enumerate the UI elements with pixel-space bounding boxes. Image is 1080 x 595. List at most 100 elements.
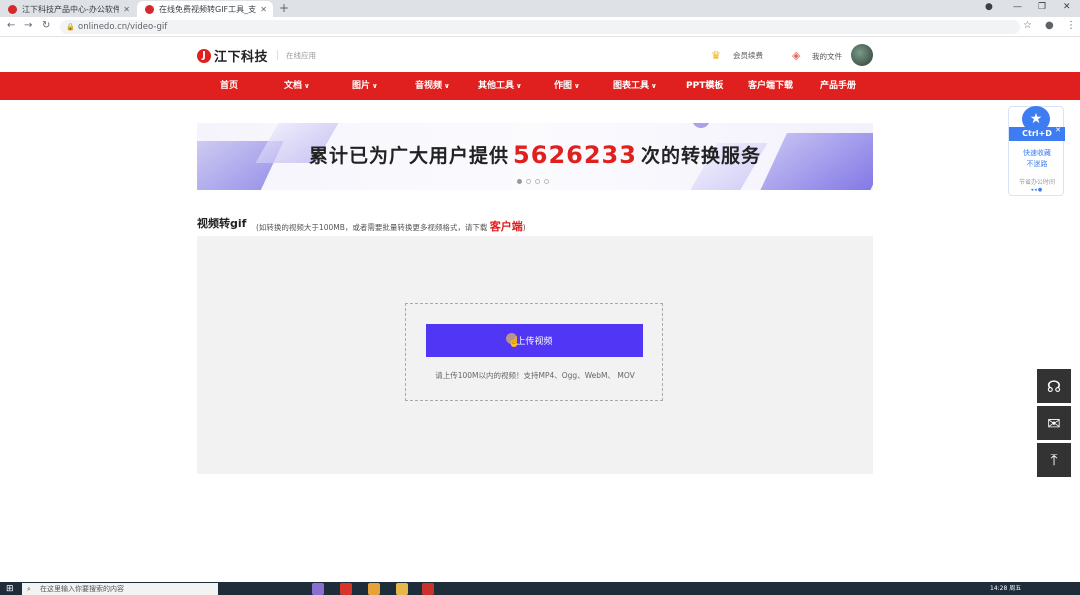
banner-decoration [692, 123, 710, 128]
layers-icon: ◈ [792, 49, 801, 62]
feedback-mail-button[interactable]: ✉ [1037, 406, 1071, 440]
member-renew-label: 会员续费 [733, 51, 763, 60]
tab-close-icon[interactable]: ✕ [260, 5, 267, 14]
lock-icon: 🔒 [66, 23, 75, 31]
user-avatar[interactable] [851, 44, 873, 66]
nav-item-product-manual[interactable]: 产品手册 [820, 72, 856, 100]
bookmark-star-icon[interactable]: ☆ [1023, 20, 1032, 31]
chevron-down-icon: ∨ [372, 82, 378, 90]
my-files-label: 我的文件 [812, 51, 842, 61]
taskbar-browser-icon[interactable] [422, 583, 434, 595]
crown-icon: ♛ [711, 49, 721, 62]
search-icon: ⌕ [27, 585, 31, 593]
tool-note: (如转换的视频大于100MB，或者需要批量转换更多视频格式，请下载 客户端) [256, 218, 526, 234]
tool-note-prefix: (如转换的视频大于100MB，或者需要批量转换更多视频格式，请下载 [256, 223, 488, 232]
back-icon[interactable]: ← [7, 20, 15, 31]
taskbar-search-input[interactable]: ⌕ 在这里输入你要搜索的内容 [22, 583, 218, 595]
widget-arrows-icon: ◂◂● [1030, 187, 1044, 193]
logo-mark-icon: J [197, 48, 211, 63]
banner-dot[interactable] [544, 179, 549, 184]
forward-icon[interactable]: → [24, 20, 32, 31]
chevron-down-icon: ∨ [444, 82, 450, 90]
conversion-count: 5626233 [513, 141, 637, 169]
nav-item-client-download[interactable]: 客户端下载 [748, 72, 793, 100]
reload-icon[interactable]: ↻ [42, 20, 50, 31]
site-logo[interactable]: J 江下科技 [197, 46, 268, 65]
headset-icon: ☊ [1046, 376, 1062, 396]
upload-dropzone[interactable]: ☝ 上传视频 请上传100M以内的视频！支持MP4、Ogg、WebM、 MOV [405, 303, 663, 401]
widget-close-icon[interactable]: ✕ [1055, 126, 1061, 134]
url-text: onlinedo.cn/video-gif [78, 22, 168, 32]
tab-title: 江下科技产品中心-办公软件下载 [22, 4, 120, 14]
nav-item-drawing[interactable]: 作图 ∨ [554, 72, 580, 100]
nav-item-images[interactable]: 图片 ∨ [352, 72, 378, 100]
tab-close-icon[interactable]: ✕ [123, 5, 130, 14]
browser-profile-icon[interactable]: ● [985, 2, 993, 12]
banner-headline: 累计已为广大用户提供 5626233 次的转换服务 [197, 141, 873, 169]
browser-address-bar: ← → ↻ 🔒 onlinedo.cn/video-gif ☆ ● ⋮ [0, 17, 1080, 37]
upload-video-label: 上传视频 [516, 336, 553, 346]
tool-note-suffix: ) [522, 223, 526, 232]
window-close-icon[interactable]: ✕ [1063, 2, 1071, 12]
upload-panel: ☝ 上传视频 请上传100M以内的视频！支持MP4、Ogg、WebM、 MOV [197, 236, 873, 474]
site-favicon-icon [8, 4, 17, 14]
nav-item-audio-video[interactable]: 音视频 ∨ [415, 72, 450, 100]
ctrl-d-footer: 节省办公时间 [1018, 179, 1055, 186]
banner-pagination [517, 179, 549, 184]
site-favicon-icon [145, 4, 154, 14]
taskbar-search-placeholder: 在这里输入你要搜索的内容 [40, 585, 124, 593]
chevron-down-icon: ∨ [516, 82, 522, 90]
browser-tab-video-gif[interactable]: 在线免费视频转GIF工具_支持 [- ✕ [137, 1, 273, 17]
chevron-down-icon: ∨ [651, 82, 657, 90]
nav-item-ppt-templates[interactable]: PPT模板 [686, 72, 723, 100]
arrow-up-icon: ⤒ [1050, 450, 1058, 469]
nav-item-docs[interactable]: 文档 ∨ [284, 72, 310, 100]
chevron-down-icon: ∨ [304, 82, 310, 90]
os-taskbar: ⊞ ⌕ 在这里输入你要搜索的内容 14:28 周五 [0, 582, 1080, 595]
browser-tab-product-center[interactable]: 江下科技产品中心-办公软件下载 ✕ [0, 1, 136, 17]
stats-banner[interactable]: 累计已为广大用户提供 5626233 次的转换服务 [197, 123, 873, 190]
url-field[interactable]: 🔒 onlinedo.cn/video-gif [60, 20, 1020, 34]
client-download-link[interactable]: 客户端 [490, 220, 523, 233]
banner-prefix: 累计已为广大用户提供 [309, 145, 510, 167]
banner-dot[interactable] [535, 179, 540, 184]
account-icon[interactable]: ● [1045, 20, 1054, 31]
taskbar-app-icon[interactable] [312, 583, 324, 595]
tool-title: 视频转gif [197, 217, 247, 230]
taskbar-folder-icon[interactable] [396, 583, 408, 595]
ctrl-d-line2: 不迷路 [1026, 160, 1048, 168]
customer-service-button[interactable]: ☊ [1037, 369, 1071, 403]
mail-icon: ✉ [1047, 413, 1061, 433]
banner-suffix: 次的转换服务 [640, 145, 761, 167]
site-subtitle: 在线应用 [286, 51, 316, 60]
hand-cursor-icon: ☝ [506, 333, 520, 348]
ctrl-d-line1: 快速收藏 [1023, 149, 1051, 157]
chevron-down-icon: ∨ [574, 82, 580, 90]
nav-item-home[interactable]: 首页 [220, 72, 238, 100]
upload-video-button[interactable]: ☝ 上传视频 [426, 324, 643, 357]
browser-tabstrip: 江下科技产品中心-办公软件下载 ✕ 在线免费视频转GIF工具_支持 [- ✕ +… [0, 0, 1080, 17]
banner-dot[interactable] [517, 179, 522, 184]
taskbar-clock: 14:28 周五 [990, 585, 1022, 592]
browser-menu-icon[interactable]: ⋮ [1066, 20, 1076, 31]
new-tab-icon[interactable]: + [279, 1, 289, 15]
logo-text: 江下科技 [214, 50, 269, 65]
windows-start-icon[interactable]: ⊞ [6, 584, 14, 594]
upload-hint: 请上传100M以内的视频！支持MP4、Ogg、WebM、 MOV [435, 371, 635, 380]
taskbar-app-icon[interactable] [340, 583, 352, 595]
banner-dot[interactable] [526, 179, 531, 184]
site-header: J 江下科技 在线应用 ♛ 会员续费 ◈ 我的文件 [0, 37, 1080, 72]
member-renew-link[interactable]: ♛ 会员续费 [711, 50, 763, 61]
tab-title: 在线免费视频转GIF工具_支持 [- [159, 4, 257, 14]
nav-item-other-tools[interactable]: 其他工具 ∨ [478, 72, 522, 100]
main-nav: 首页 文档 ∨ 图片 ∨ 音视频 ∨ 其他工具 ∨ 作图 ∨ 图表工具 ∨ PPT模板 客户… [0, 72, 1080, 100]
minimize-icon[interactable]: — [1013, 2, 1022, 12]
back-to-top-button[interactable]: ⤒ [1037, 443, 1071, 477]
bookmark-reminder-widget[interactable]: ★ Ctrl+D ✕ 快速收藏 不迷路 节省办公时间 ◂◂● [1008, 106, 1065, 196]
taskbar-app-icon[interactable] [368, 583, 380, 595]
my-files-link[interactable]: ◈ 我的文件 [792, 50, 842, 62]
app-root: 江下科技产品中心-办公软件下载 ✕ 在线免费视频转GIF工具_支持 [- ✕ +… [0, 0, 1080, 595]
restore-icon[interactable]: ❐ [1038, 2, 1046, 12]
header-divider [277, 50, 278, 60]
nav-item-chart-tools[interactable]: 图表工具 ∨ [613, 72, 657, 100]
